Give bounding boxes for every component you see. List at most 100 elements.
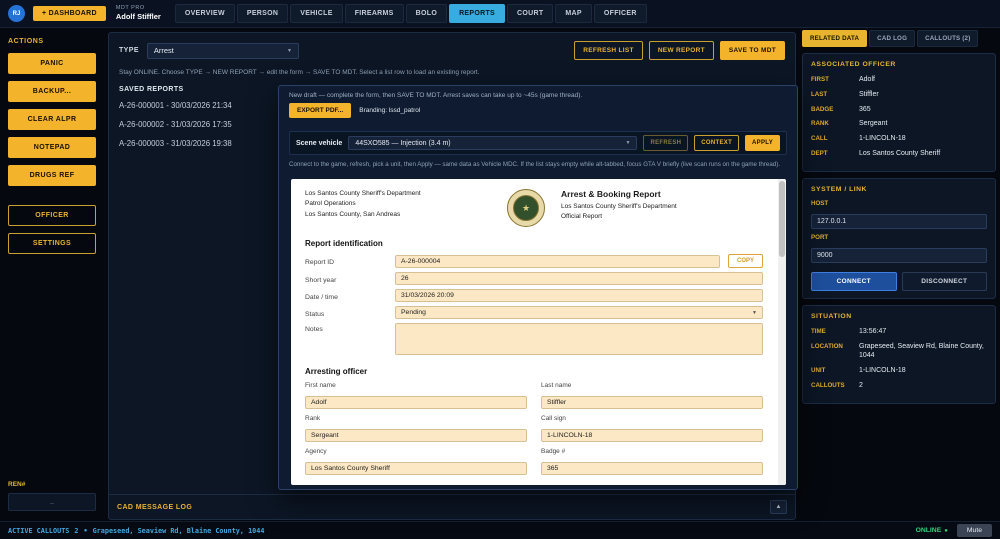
first-label: FIRST bbox=[811, 76, 829, 83]
agency-input[interactable] bbox=[305, 462, 527, 475]
tab-person[interactable]: PERSON bbox=[236, 4, 289, 23]
type-label: TYPE bbox=[119, 47, 139, 54]
short-year-input[interactable] bbox=[395, 272, 763, 285]
notes-textarea[interactable] bbox=[395, 323, 763, 355]
backup-button[interactable]: BACKUP... bbox=[8, 81, 96, 102]
last-name-field: Last name bbox=[541, 382, 763, 409]
rank-value: Sergeant bbox=[859, 120, 888, 128]
online-status: ONLINE ● bbox=[916, 527, 948, 534]
department-address: Los Santos County Sheriff's Department P… bbox=[305, 189, 507, 220]
port-label: PORT bbox=[811, 233, 829, 241]
last-name-input[interactable] bbox=[541, 396, 763, 409]
reports-toolbar: TYPE Arrest ▼ REFRESH LIST NEW REPORT SA… bbox=[109, 33, 795, 60]
reports-hint: Stay ONLINE. Choose TYPE → NEW REPORT → … bbox=[119, 69, 480, 76]
form-scrollbar[interactable] bbox=[778, 179, 786, 485]
department-seal-icon: ★ bbox=[507, 189, 545, 227]
apply-button[interactable]: APPLY bbox=[745, 135, 780, 151]
bullet-separator: • bbox=[83, 526, 88, 535]
badge-label: BADGE bbox=[811, 105, 834, 113]
host-input[interactable] bbox=[811, 213, 987, 229]
form-scrollbar-thumb[interactable] bbox=[779, 181, 785, 257]
port-input[interactable] bbox=[811, 247, 987, 263]
chevron-down-icon: ▼ bbox=[625, 140, 631, 146]
mute-button[interactable]: Mute bbox=[956, 524, 992, 537]
situation-title: SITUATION bbox=[811, 312, 852, 320]
tab-court[interactable]: COURT bbox=[507, 4, 554, 23]
notes-label: Notes bbox=[305, 326, 323, 333]
system-link-section: SYSTEM / LINK HOST PORT CONNECT DISCONNE… bbox=[802, 177, 996, 299]
datetime-input[interactable] bbox=[395, 289, 763, 302]
call-sign-input[interactable] bbox=[541, 429, 763, 442]
cad-log-collapse-button[interactable]: ▲ bbox=[770, 500, 787, 514]
disconnect-button[interactable]: DISCONNECT bbox=[901, 271, 987, 291]
section-report-identification: Report identification bbox=[305, 239, 383, 248]
report-id-label: Report ID bbox=[305, 259, 335, 266]
online-label: ONLINE bbox=[915, 527, 942, 534]
settings-button[interactable]: SETTINGS bbox=[8, 233, 96, 254]
report-subtitle: Los Santos County Sheriff's Department O… bbox=[561, 202, 763, 223]
last-value: Stiffler bbox=[859, 90, 879, 98]
report-id-input[interactable] bbox=[395, 254, 720, 268]
tab-officer[interactable]: OFFICER bbox=[593, 4, 647, 23]
tab-map[interactable]: MAP bbox=[555, 4, 592, 23]
badge-number-input[interactable] bbox=[541, 462, 763, 475]
scene-vehicle-label: Scene vehicle bbox=[296, 139, 343, 147]
context-button[interactable]: CONTEXT bbox=[694, 135, 740, 151]
ren-input[interactable] bbox=[8, 493, 96, 511]
officer-rank-row: RANK Sergeant bbox=[811, 119, 987, 129]
dept-value: Los Santos County Sheriff bbox=[859, 149, 941, 157]
tab-cad-log[interactable]: CAD LOG bbox=[869, 30, 916, 47]
tab-related-data[interactable]: RELATED DATA bbox=[802, 30, 868, 47]
tab-firearms[interactable]: FIREARMS bbox=[344, 4, 404, 23]
section-arresting-officer: Arresting officer bbox=[305, 367, 368, 376]
officer-button[interactable]: OFFICER bbox=[8, 205, 96, 226]
main-nav-tabs: OVERVIEW PERSON VEHICLE FIREARMS BOLO RE… bbox=[174, 4, 647, 23]
drugs-ref-button[interactable]: DRUGS REF bbox=[8, 165, 96, 186]
dashboard-button[interactable]: + DASHBOARD bbox=[33, 6, 106, 21]
tab-overview[interactable]: OVERVIEW bbox=[174, 4, 235, 23]
online-dot-icon: ● bbox=[944, 527, 948, 534]
right-panel-tabs: RELATED DATA CAD LOG CALLOUTS (2) bbox=[802, 30, 996, 47]
scene-vehicle-select[interactable]: 44SXO585 — Injection (3.4 m) ▼ bbox=[348, 136, 638, 150]
situation-section: SITUATION TIME 13:56:47 LOCATION Grapese… bbox=[802, 304, 996, 404]
star-glyph: ★ bbox=[521, 202, 531, 213]
short-year-row: Short year bbox=[305, 272, 763, 285]
refresh-button[interactable]: REFRESH bbox=[643, 135, 689, 151]
datetime-label: Date / time bbox=[305, 293, 338, 301]
first-value: Adolf bbox=[859, 76, 875, 83]
user-avatar[interactable]: RJ bbox=[8, 5, 25, 22]
officer-call-row: CALL 1-LINCOLN-18 bbox=[811, 134, 987, 144]
situation-callouts-row: CALLOUTS 2 bbox=[811, 381, 987, 391]
tab-callouts[interactable]: CALLOUTS (2) bbox=[917, 30, 979, 47]
panic-button[interactable]: PANIC bbox=[8, 53, 96, 74]
report-type-select[interactable]: Arrest ▼ bbox=[146, 42, 299, 59]
rank-field: Rank bbox=[305, 415, 527, 442]
copy-report-id-button[interactable]: COPY bbox=[727, 254, 763, 268]
app-name: MDT PRO bbox=[115, 5, 145, 12]
agency-label: Agency bbox=[305, 448, 327, 455]
right-panel: RELATED DATA CAD LOG CALLOUTS (2) ASSOCI… bbox=[802, 30, 996, 519]
sidebar-title: ACTIONS bbox=[8, 38, 44, 45]
tab-bolo[interactable]: BOLO bbox=[405, 4, 448, 23]
export-pdf-button[interactable]: EXPORT PDF... bbox=[289, 103, 352, 118]
rank-input[interactable] bbox=[305, 429, 527, 442]
connect-button[interactable]: CONNECT bbox=[811, 271, 897, 291]
sidebar-divider bbox=[8, 193, 96, 205]
cad-message-log-bar: CAD MESSAGE LOG ▲ bbox=[109, 494, 795, 519]
refresh-list-button[interactable]: REFRESH LIST bbox=[574, 41, 643, 60]
location-label: LOCATION bbox=[811, 342, 843, 350]
first-name-input[interactable] bbox=[305, 396, 527, 409]
new-report-button[interactable]: NEW REPORT bbox=[648, 41, 714, 60]
tab-reports[interactable]: REPORTS bbox=[449, 4, 506, 23]
tab-vehicle[interactable]: VEHICLE bbox=[290, 4, 343, 23]
scene-vehicle-hint: Connect to the game, refresh, pick a uni… bbox=[289, 161, 780, 168]
unit-label: UNIT bbox=[811, 367, 826, 375]
notes-row: Notes bbox=[305, 323, 763, 355]
clear-alpr-button[interactable]: CLEAR ALPR bbox=[8, 109, 96, 130]
notepad-button[interactable]: NOTEPAD bbox=[8, 137, 96, 158]
status-select[interactable]: Pending ▼ bbox=[395, 306, 763, 319]
arresting-officer-grid: First name Last name Rank Call sign bbox=[305, 382, 763, 475]
callouts-value: 2 bbox=[859, 381, 863, 389]
save-to-mdt-button[interactable]: SAVE TO MDT bbox=[719, 41, 785, 60]
call-sign-label: Call sign bbox=[541, 415, 566, 422]
